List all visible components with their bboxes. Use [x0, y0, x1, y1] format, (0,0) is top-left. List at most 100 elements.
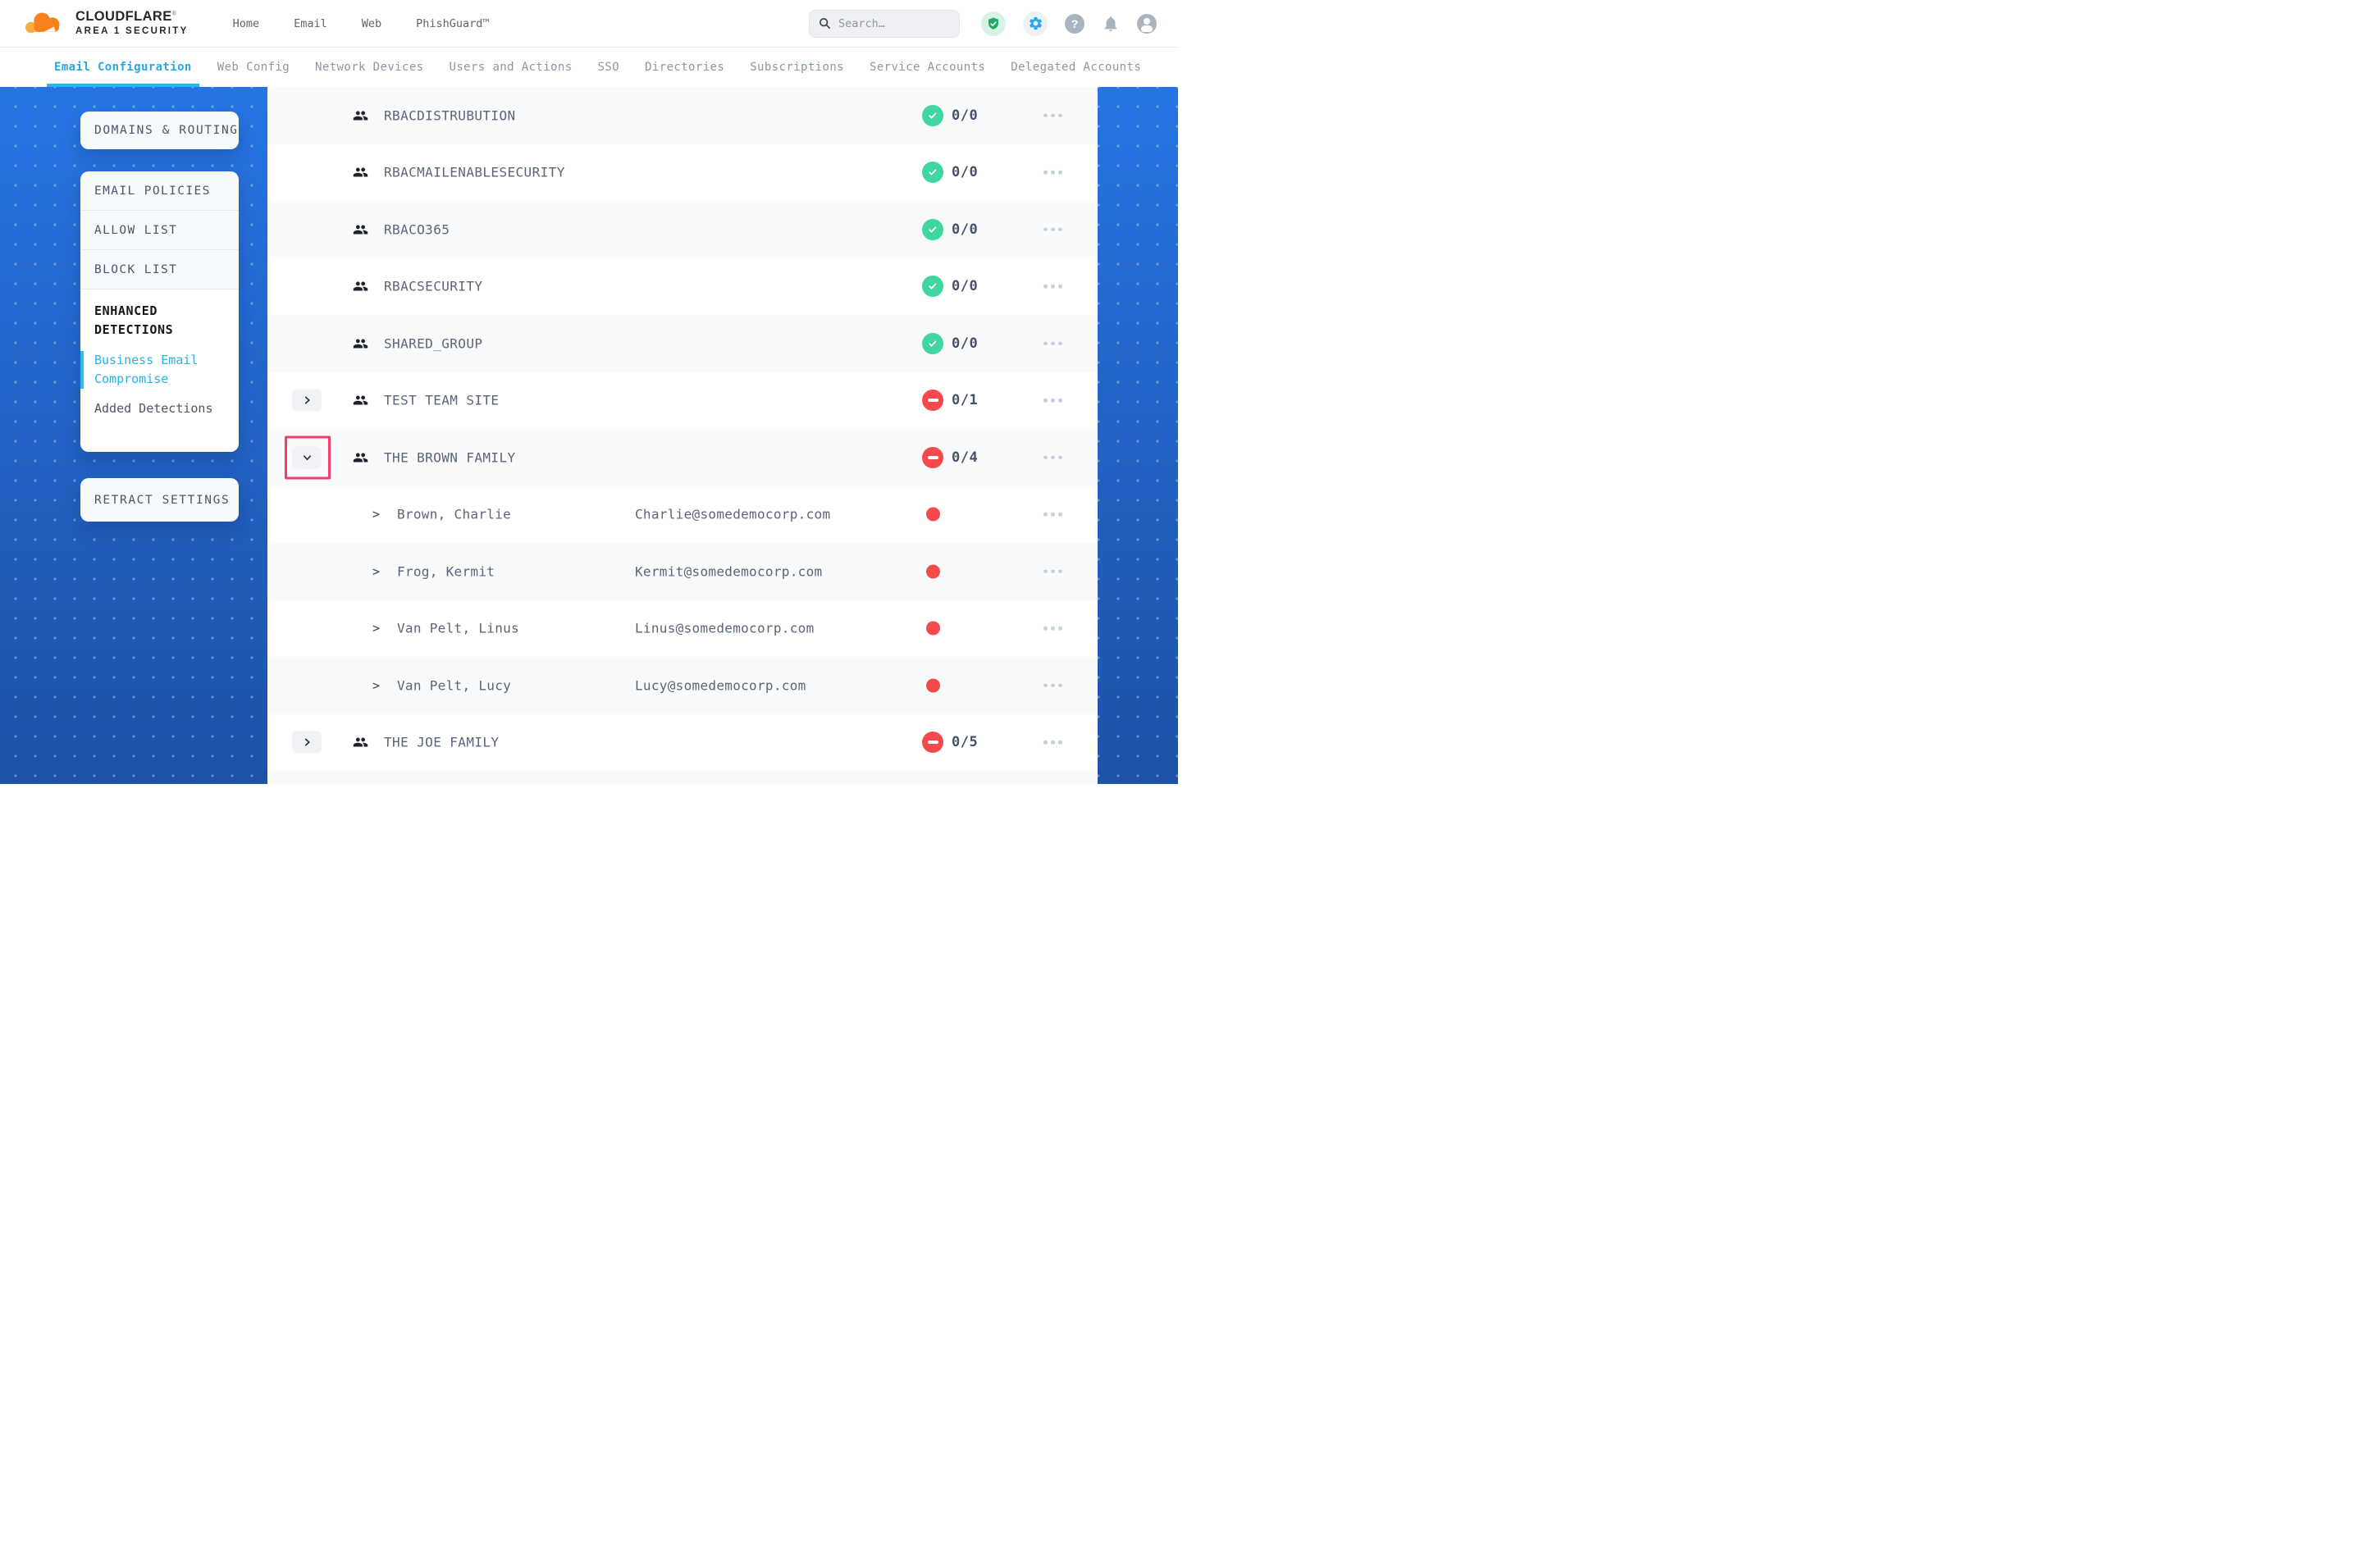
row-actions-menu[interactable]: [1042, 280, 1064, 294]
member-expand-chevron[interactable]: >: [372, 678, 380, 693]
tab-delegated-accounts[interactable]: Delegated Accounts: [1011, 48, 1141, 87]
tab-email-configuration[interactable]: Email Configuration: [54, 48, 192, 87]
row-actions-menu[interactable]: [1042, 337, 1064, 351]
status-pass-badge: [922, 276, 943, 297]
settings-gear-icon[interactable]: [1023, 11, 1048, 36]
top-header: CLOUDFLARE® AREA 1 SECURITY Home Email Web…: [0, 0, 1178, 48]
status-pass-badge: [922, 105, 943, 126]
row-actions-menu[interactable]: [1042, 679, 1064, 693]
search-box[interactable]: [809, 10, 960, 38]
brand-subtitle: AREA 1 SECURITY: [75, 26, 189, 37]
member-expand-chevron[interactable]: >: [372, 564, 380, 579]
group-people-icon: [353, 221, 368, 237]
group-people-icon: [353, 107, 368, 123]
member-name: Van Pelt, Linus: [397, 621, 519, 636]
tab-subscriptions[interactable]: Subscriptions: [750, 48, 844, 87]
group-name: RBACMAILENABLESECURITY: [384, 165, 565, 180]
enhanced-detections-section: ENHANCED DETECTIONS Business Email Compr…: [80, 289, 239, 452]
member-row: >Van Pelt, LucyLucy@somedemocorp.com: [267, 657, 1098, 714]
shield-check-icon[interactable]: [981, 11, 1006, 36]
sidebar-item-added-detections[interactable]: Added Detections: [94, 401, 225, 416]
status-fail-dot: [926, 622, 940, 636]
group-row: SHARED_GROUP0/0: [267, 315, 1098, 372]
member-email: Linus@somedemocorp.com: [635, 621, 815, 636]
check-icon: [927, 110, 938, 121]
sidebar-item-retract-settings[interactable]: RETRACT SETTINGS: [80, 478, 239, 522]
tab-users-and-actions[interactable]: Users and Actions: [449, 48, 572, 87]
groups-table: RBACDISTRUBUTION0/0 RBACMAILENABLESECURIT…: [267, 87, 1098, 784]
status-fail-dot: [926, 564, 940, 578]
tab-sso[interactable]: SSO: [598, 48, 620, 87]
group-name: RBACO365: [384, 221, 450, 237]
member-count: 0/4: [952, 449, 978, 466]
group-people-icon: [353, 165, 368, 180]
sidebar-item-business-email-compromise[interactable]: Business Email Compromise: [80, 351, 225, 390]
sidebar-item-domains-routing[interactable]: DOMAINS & ROUTING: [80, 112, 239, 149]
member-expand-chevron[interactable]: >: [372, 621, 380, 636]
sidebar-item-enhanced-detections[interactable]: ENHANCED DETECTIONS: [94, 302, 225, 340]
member-email: Kermit@somedemocorp.com: [635, 563, 822, 579]
account-icon[interactable]: [1137, 14, 1157, 34]
nav-item-home[interactable]: Home: [233, 17, 260, 30]
brand-name: CLOUDFLARE®: [75, 9, 189, 25]
group-people-icon: [353, 279, 368, 294]
group-row: RBACSECURITY0/0: [267, 258, 1098, 316]
sidebar-item-allow-list[interactable]: ALLOW LIST: [80, 211, 239, 250]
status-fail-dot: [926, 508, 940, 522]
chevron-down-icon: [303, 453, 312, 462]
group-people-icon: [353, 279, 368, 294]
nav-item-web[interactable]: Web: [362, 17, 381, 30]
tab-directories[interactable]: Directories: [645, 48, 724, 87]
member-count: 0/5: [952, 734, 978, 750]
chevron-right-icon: [303, 396, 312, 405]
group-name: THE BROWN FAMILY: [384, 449, 516, 465]
member-count: 0/0: [952, 107, 978, 124]
primary-nav: Home Email Web PhishGuard™: [233, 17, 490, 30]
nav-item-phishguard[interactable]: PhishGuard™: [416, 17, 489, 30]
sidebar-item-block-list[interactable]: BLOCK LIST: [80, 250, 239, 289]
expand-toggle-button[interactable]: [292, 446, 322, 468]
page-background: DOMAINS & ROUTING EMAIL POLICIESALLOW LI…: [0, 87, 1178, 784]
row-actions-menu[interactable]: [1042, 508, 1064, 522]
row-actions-menu[interactable]: [1042, 109, 1064, 123]
group-name: SHARED_GROUP: [384, 335, 482, 351]
row-actions-menu[interactable]: [1042, 451, 1064, 465]
expand-toggle-button[interactable]: [292, 732, 322, 754]
notifications-bell-icon[interactable]: [1102, 15, 1120, 33]
row-actions-menu[interactable]: [1042, 223, 1064, 237]
group-people-icon: [353, 393, 368, 408]
help-icon[interactable]: ?: [1065, 14, 1084, 34]
status-pass-badge: [922, 333, 943, 354]
group-row: RBACDISTRUBUTION0/0: [267, 87, 1098, 144]
group-people-icon: [353, 449, 368, 465]
check-icon: [927, 280, 938, 292]
tab-network-devices[interactable]: Network Devices: [315, 48, 423, 87]
group-people-icon: [353, 449, 368, 465]
row-actions-menu[interactable]: [1042, 565, 1064, 579]
row-actions-menu[interactable]: [1042, 394, 1064, 408]
brand-text: CLOUDFLARE® AREA 1 SECURITY: [75, 9, 189, 37]
member-expand-chevron[interactable]: >: [372, 507, 380, 522]
expand-toggle-button[interactable]: [292, 390, 322, 412]
tab-web-config[interactable]: Web Config: [217, 48, 290, 87]
status-pass-badge: [922, 219, 943, 240]
search-input[interactable]: [838, 17, 950, 30]
row-actions-menu[interactable]: [1042, 166, 1064, 180]
sidebar-item-email-policies[interactable]: EMAIL POLICIES: [80, 171, 239, 211]
row-actions-menu[interactable]: [1042, 622, 1064, 636]
group-people-icon: [353, 107, 368, 123]
member-count: 0/0: [952, 164, 978, 180]
group-name: TEST TEAM SITE: [384, 393, 499, 408]
group-people-icon: [353, 393, 368, 408]
nav-item-email[interactable]: Email: [294, 17, 327, 30]
check-icon: [927, 338, 938, 349]
row-actions-menu[interactable]: [1042, 736, 1064, 750]
status-fail-badge: [922, 732, 943, 753]
group-row: THE BROWN FAMILY 0/4: [267, 429, 1098, 486]
member-count: 0/1: [952, 392, 978, 408]
cloudflare-logo[interactable]: CLOUDFLARE® AREA 1 SECURITY: [21, 8, 189, 39]
check-icon: [927, 224, 938, 235]
status-pass-badge: [922, 162, 943, 183]
tab-service-accounts[interactable]: Service Accounts: [870, 48, 985, 87]
settings-tabbar: Email Configuration Web Config Network Dev…: [0, 48, 1178, 87]
